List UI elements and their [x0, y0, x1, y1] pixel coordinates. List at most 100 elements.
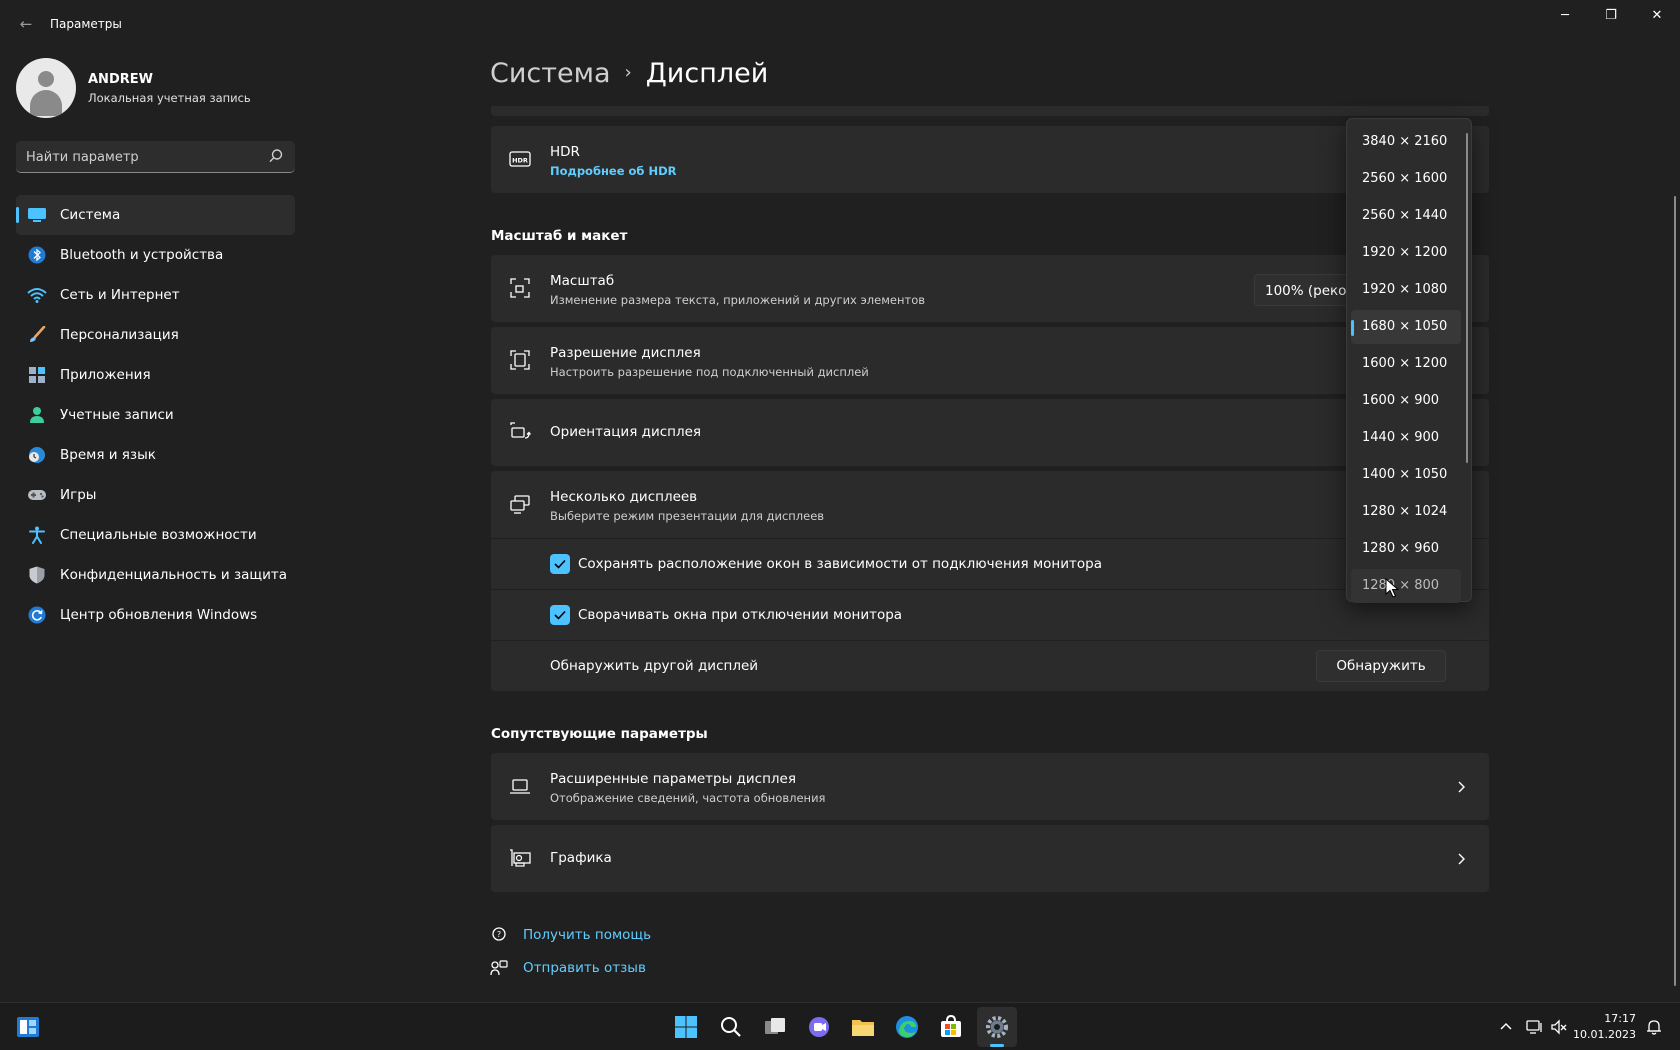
- edge-icon[interactable]: [893, 1013, 921, 1041]
- clock-time: 17:17: [1604, 1012, 1636, 1025]
- resolution-option[interactable]: 2560 × 1600: [1351, 162, 1461, 196]
- resolution-subtitle: Настроить разрешение под подключенный ди…: [550, 365, 869, 379]
- graphics-card[interactable]: Графика: [491, 825, 1489, 892]
- sidebar-item-accessibility[interactable]: Специальные возможности: [16, 515, 295, 555]
- profile-account-type: Локальная учетная запись: [88, 91, 251, 105]
- file-explorer-icon[interactable]: [849, 1013, 877, 1041]
- advanced-display-card[interactable]: Расширенные параметры дисплея Отображени…: [491, 753, 1489, 820]
- minimize-windows-checkbox[interactable]: [550, 605, 570, 625]
- network-display-icon[interactable]: [1525, 1018, 1543, 1036]
- resolution-option[interactable]: 1600 × 900: [1351, 384, 1461, 418]
- avatar-body: [30, 90, 62, 116]
- app-title: Параметры: [50, 17, 122, 31]
- search-input[interactable]: [26, 147, 256, 167]
- resolution-option[interactable]: 1400 × 1050: [1351, 458, 1461, 492]
- scale-title: Масштаб: [550, 273, 615, 289]
- sidebar-item-gaming[interactable]: Игры: [16, 475, 295, 515]
- resolution-option[interactable]: 1920 × 1200: [1351, 236, 1461, 270]
- resolution-option[interactable]: 1280 × 960: [1351, 532, 1461, 566]
- resolution-option[interactable]: 1600 × 1200: [1351, 347, 1461, 381]
- clock-date: 10.01.2023: [1573, 1028, 1636, 1041]
- notification-bell-icon[interactable]: [1645, 1018, 1663, 1036]
- chevron-up-icon[interactable]: [1497, 1018, 1515, 1036]
- chat-icon[interactable]: [805, 1013, 833, 1041]
- resolution-option[interactable]: 1920 × 1080: [1351, 273, 1461, 307]
- breadcrumb-parent[interactable]: Система: [490, 58, 611, 89]
- resolution-option[interactable]: 2560 × 1440: [1351, 199, 1461, 233]
- advanced-display-subtitle: Отображение сведений, частота обновления: [550, 791, 826, 805]
- search-box[interactable]: [16, 141, 295, 173]
- brush-icon: [30, 326, 46, 342]
- hdr-learn-more-link[interactable]: Подробнее об HDR: [550, 164, 676, 178]
- wifi-icon: [27, 288, 47, 303]
- sidebar-item-windows-update[interactable]: Центр обновления Windows: [16, 595, 295, 635]
- monitor-icon: [28, 208, 46, 222]
- option-row-minimize: Сворачивать окна при отключении монитора: [491, 590, 1489, 640]
- get-help-link[interactable]: Получить помощь: [523, 927, 651, 943]
- send-feedback-link[interactable]: Отправить отзыв: [523, 960, 646, 976]
- detect-display-row: Обнаружить другой дисплей Обнаружить: [491, 641, 1489, 691]
- resolution-option-selected[interactable]: 1680 × 1050: [1351, 310, 1461, 344]
- back-button[interactable]: ←: [16, 14, 36, 34]
- detect-button[interactable]: Обнаружить: [1316, 650, 1446, 682]
- minimize-button[interactable]: ─: [1550, 6, 1580, 26]
- sidebar-item-system[interactable]: Система: [16, 195, 295, 235]
- graphics-card-icon: [510, 849, 531, 867]
- minimize-windows-label: Сворачивать окна при отключении монитора: [578, 607, 903, 623]
- sidebar-item-privacy[interactable]: Конфиденциальность и защита: [16, 555, 295, 595]
- advanced-display-title: Расширенные параметры дисплея: [550, 771, 796, 787]
- sidebar-item-personalization[interactable]: Персонализация: [16, 315, 295, 355]
- profile-name: ANDREW: [88, 72, 153, 87]
- avatar[interactable]: [16, 58, 76, 118]
- resolution-option[interactable]: 3840 × 2160: [1351, 125, 1461, 159]
- dropdown-scrollbar[interactable]: [1466, 133, 1468, 463]
- resolution-option[interactable]: 1440 × 900: [1351, 421, 1461, 455]
- search-icon[interactable]: [717, 1013, 745, 1041]
- resolution-option[interactable]: 1280 × 1024: [1351, 495, 1461, 529]
- person-icon: [30, 407, 44, 423]
- resolution-card[interactable]: Разрешение дисплея Настроить разрешение …: [491, 327, 1489, 394]
- page-title: Дисплей: [645, 58, 769, 89]
- resolution-icon: [510, 350, 530, 370]
- maximize-button[interactable]: ❐: [1596, 6, 1626, 26]
- remember-window-checkbox[interactable]: [550, 554, 570, 574]
- breadcrumb: Система › Дисплей: [490, 58, 768, 89]
- scale-dropdown[interactable]: 100% (рекомендуется): [1254, 274, 1354, 306]
- mouse-cursor-icon: [1385, 578, 1399, 598]
- check-icon: [554, 610, 566, 620]
- orientation-icon: [510, 422, 531, 439]
- title-bar: ← Параметры ─ ❐ ✕: [0, 0, 1680, 48]
- hdr-card[interactable]: HDR HDR Подробнее об HDR: [491, 126, 1489, 193]
- sidebar-item-apps[interactable]: Приложения: [16, 355, 295, 395]
- clock-globe-icon: [29, 447, 45, 463]
- remember-window-label: Сохранять расположение окон в зависимост…: [578, 556, 1102, 572]
- multiple-displays-card[interactable]: Несколько дисплеев Выберите режим презен…: [491, 471, 1489, 538]
- orientation-card[interactable]: Ориентация дисплея: [491, 399, 1489, 466]
- sidebar-item-accounts[interactable]: Учетные записи: [16, 395, 295, 435]
- sidebar-item-label: Игры: [60, 487, 97, 503]
- shield-icon: [29, 566, 45, 584]
- close-button[interactable]: ✕: [1642, 6, 1672, 26]
- task-view-icon[interactable]: [761, 1013, 789, 1041]
- settings-gear-icon[interactable]: [983, 1013, 1011, 1041]
- clock[interactable]: 17:17 10.01.2023: [1573, 1011, 1636, 1043]
- widgets-icon[interactable]: [14, 1013, 42, 1041]
- resolution-option-hovered[interactable]: 1280 × 800: [1351, 569, 1461, 603]
- sidebar-item-time-language[interactable]: Время и язык: [16, 435, 295, 475]
- accessibility-icon: [29, 526, 45, 544]
- previous-card-edge: [491, 106, 1489, 116]
- update-icon: [28, 606, 46, 624]
- search-icon[interactable]: [267, 147, 285, 165]
- store-icon[interactable]: [937, 1013, 965, 1041]
- start-icon[interactable]: [672, 1013, 700, 1041]
- sidebar-item-network[interactable]: Сеть и Интернет: [16, 275, 295, 315]
- sidebar-item-label: Учетные записи: [60, 407, 174, 423]
- breadcrumb-separator: ›: [624, 62, 632, 83]
- svg-text:HDR: HDR: [512, 157, 528, 165]
- sidebar-item-bluetooth[interactable]: Bluetooth и устройства: [16, 235, 295, 275]
- hdr-title: HDR: [550, 144, 580, 160]
- apps-icon: [29, 367, 45, 383]
- section-title-scale-layout: Масштаб и макет: [491, 228, 628, 244]
- page-scrollbar[interactable]: [1674, 196, 1676, 986]
- volume-muted-icon[interactable]: [1550, 1018, 1568, 1036]
